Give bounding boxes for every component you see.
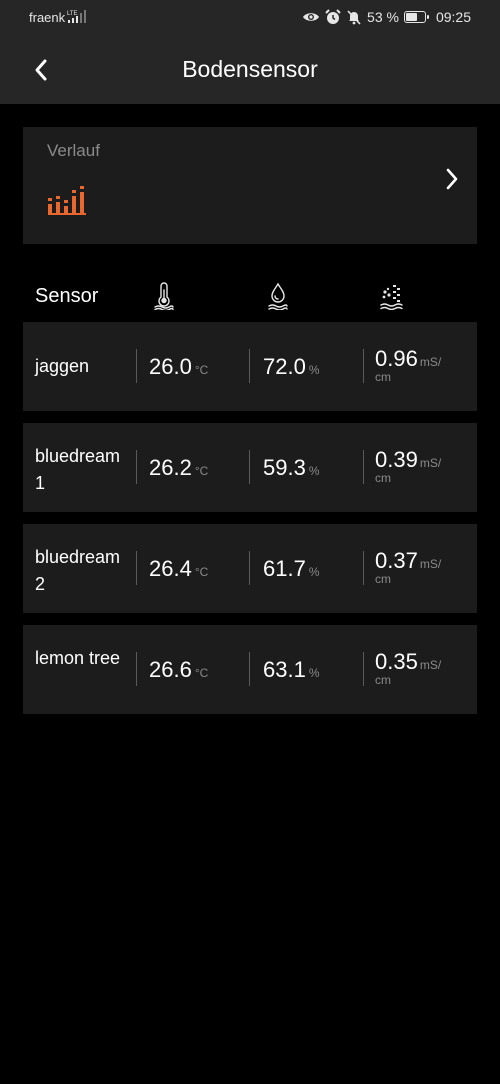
divider xyxy=(363,652,364,686)
history-label: Verlauf xyxy=(47,141,100,160)
temperature-value: 26.6 °C xyxy=(149,657,209,682)
status-bar: fraenk LTE 53 % 09:25 xyxy=(0,0,500,35)
humidity-value: 63.1% xyxy=(263,657,320,682)
humidity-value: 72.0% xyxy=(263,354,320,379)
bar-chart-icon xyxy=(48,186,86,215)
history-card[interactable]: Verlauf xyxy=(23,127,477,244)
sensor-name: bluedream 2 xyxy=(35,547,121,594)
alarm-icon xyxy=(325,9,341,24)
sensor-name: bluedream 1 xyxy=(35,446,121,493)
humidity-value: 61.7% xyxy=(263,556,320,581)
conductivity-icon xyxy=(380,285,403,310)
divider xyxy=(249,551,250,585)
eye-icon xyxy=(303,13,320,21)
temperature-value: 26.4 °C xyxy=(149,556,209,581)
divider xyxy=(136,349,137,383)
carrier-name: fraenk xyxy=(29,10,66,25)
sensor-row[interactable]: bluedream 2 26.4 °C 61.7% 0.37 mS/cm xyxy=(23,524,477,613)
sensor-list: jaggen 26.0 °C 72.0% 0.96 mS/cm bluedream … xyxy=(23,322,477,726)
sensor-name: jaggen xyxy=(35,356,90,376)
sensor-row[interactable]: bluedream 1 26.2 °C 59.3% 0.39 mS/cm xyxy=(23,423,477,512)
humidity-drop-icon xyxy=(268,282,288,310)
sensor-row[interactable]: lemon tree 26.6 °C 63.1% 0.35 mS/cm xyxy=(23,625,477,714)
page-title: Bodensensor xyxy=(182,56,318,82)
divider xyxy=(249,349,250,383)
conductivity-value: 0.37 mS/cm xyxy=(375,548,442,586)
divider xyxy=(249,652,250,686)
temperature-value: 26.0 °C xyxy=(149,354,209,379)
network-type: LTE xyxy=(67,11,78,17)
divider xyxy=(136,450,137,484)
battery-percent: 53 % xyxy=(367,9,399,25)
divider xyxy=(363,349,364,383)
mute-icon xyxy=(347,10,361,25)
chevron-right-icon xyxy=(446,168,458,190)
conductivity-value: 0.96 mS/cm xyxy=(375,346,442,384)
conductivity-value: 0.35 mS/cm xyxy=(375,649,442,687)
thermometer-icon xyxy=(154,282,174,310)
divider xyxy=(136,551,137,585)
sensor-name: lemon tree xyxy=(35,648,121,668)
battery-icon xyxy=(403,11,429,23)
sensor-row[interactable]: jaggen 26.0 °C 72.0% 0.96 mS/cm xyxy=(23,322,477,411)
humidity-value: 59.3% xyxy=(263,455,320,480)
divider xyxy=(363,450,364,484)
clock: 09:25 xyxy=(435,9,471,25)
table-header: Sensor xyxy=(0,278,500,318)
signal-icon: LTE xyxy=(67,10,86,23)
divider xyxy=(363,551,364,585)
conductivity-value: 0.39 mS/cm xyxy=(375,447,442,485)
sensor-column-label: Sensor xyxy=(35,285,99,307)
app-bar: Bodensensor xyxy=(0,35,500,104)
divider xyxy=(249,450,250,484)
battery-level xyxy=(405,13,417,21)
divider xyxy=(136,652,137,686)
temperature-value: 26.2 °C xyxy=(149,455,209,480)
